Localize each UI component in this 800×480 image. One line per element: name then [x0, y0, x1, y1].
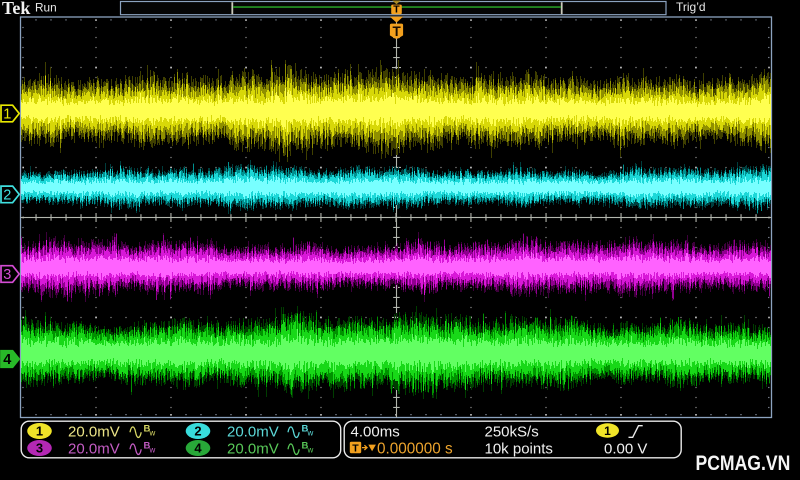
svg-text:250kS/s: 250kS/s — [485, 424, 539, 441]
svg-text:20.0mV: 20.0mV — [68, 441, 120, 458]
svg-text:3: 3 — [3, 267, 11, 283]
svg-text:0.00 V: 0.00 V — [604, 441, 647, 458]
svg-text:w: w — [307, 445, 314, 454]
svg-text:T: T — [393, 4, 400, 16]
svg-text:w: w — [307, 428, 314, 437]
svg-text:w: w — [149, 445, 156, 454]
svg-text:1: 1 — [3, 107, 11, 123]
svg-text:T: T — [352, 442, 359, 454]
svg-text:0.000000 s: 0.000000 s — [377, 441, 453, 458]
svg-text:4: 4 — [3, 352, 11, 368]
svg-text:3: 3 — [36, 441, 43, 456]
svg-text:1: 1 — [36, 424, 43, 439]
svg-text:Trig’d: Trig’d — [676, 0, 706, 14]
svg-text:T: T — [392, 24, 401, 39]
svg-text:4: 4 — [194, 441, 202, 456]
svg-text:2: 2 — [194, 424, 201, 439]
svg-text:PCMAG.VN: PCMAG.VN — [696, 451, 791, 475]
svg-text:20.0mV: 20.0mV — [227, 441, 279, 458]
svg-text:2: 2 — [3, 188, 11, 204]
svg-text:4.00ms: 4.00ms — [351, 424, 400, 441]
svg-text:1: 1 — [604, 424, 611, 438]
svg-text:Run: Run — [35, 1, 57, 15]
svg-text:20.0mV: 20.0mV — [227, 424, 279, 441]
svg-text:10k points: 10k points — [485, 441, 553, 458]
svg-text:w: w — [149, 428, 156, 437]
svg-text:20.0mV: 20.0mV — [68, 424, 120, 441]
svg-text:Tek: Tek — [2, 0, 30, 18]
